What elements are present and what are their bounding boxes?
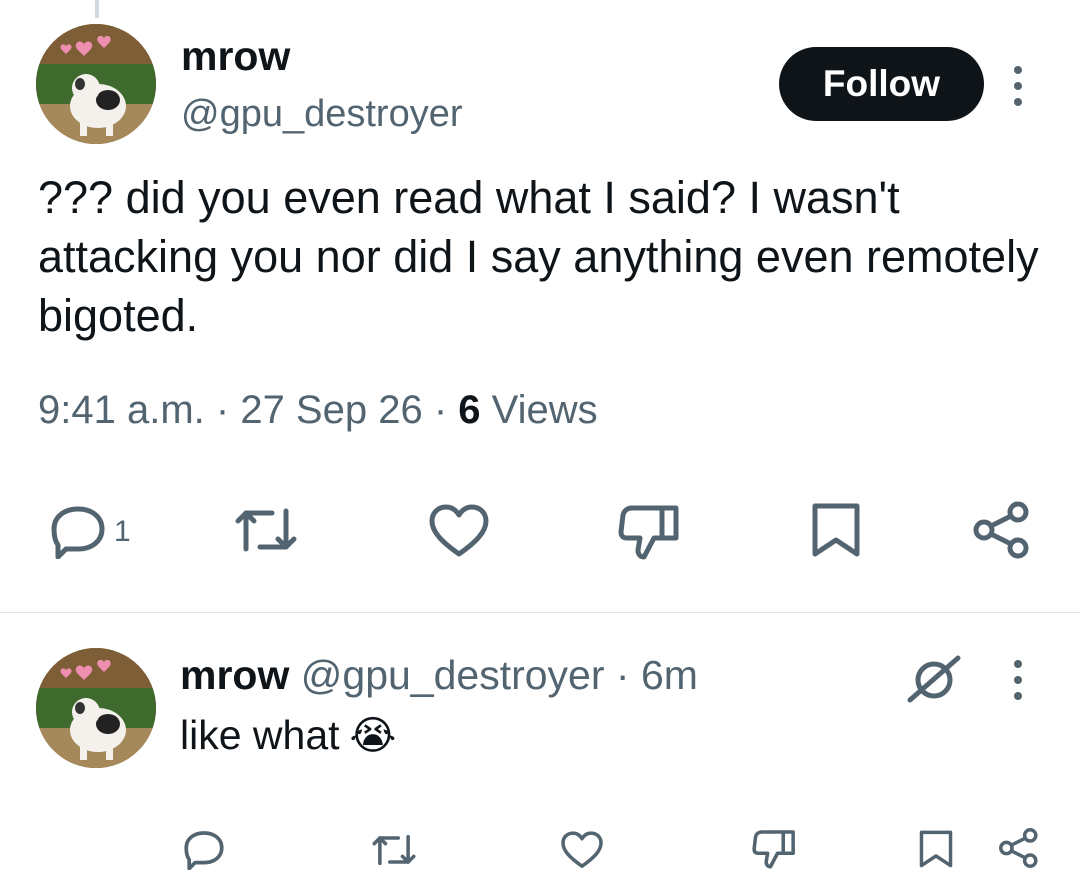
like-button[interactable] bbox=[428, 504, 490, 558]
like-icon bbox=[561, 831, 603, 868]
views-count: 6 bbox=[458, 388, 481, 432]
reply-bookmark-button[interactable] bbox=[918, 829, 954, 869]
follow-button[interactable]: Follow bbox=[779, 47, 984, 121]
author-name[interactable]: mrow bbox=[181, 33, 290, 80]
bookmark-button[interactable] bbox=[810, 502, 862, 558]
reply-icon bbox=[51, 506, 105, 559]
tweet-time[interactable]: 9:41 a.m. bbox=[38, 388, 205, 432]
translate-off-icon bbox=[907, 655, 961, 703]
tweet-date[interactable]: 27 Sep 26 bbox=[240, 388, 422, 432]
reply-header: mrow @gpu_destroyer · 6m bbox=[180, 652, 698, 699]
reply-author-name[interactable]: mrow bbox=[180, 652, 289, 698]
more-icon[interactable] bbox=[1014, 66, 1022, 106]
separator-dot: · bbox=[433, 388, 459, 432]
bookmark-icon bbox=[919, 830, 953, 868]
reply-reply-button[interactable] bbox=[183, 830, 225, 870]
retweet-button[interactable] bbox=[232, 505, 300, 555]
reply-more-icon[interactable] bbox=[1014, 660, 1022, 700]
author-handle[interactable]: @gpu_destroyer bbox=[181, 93, 463, 136]
reply-icon bbox=[184, 831, 224, 870]
retweet-icon bbox=[372, 834, 416, 866]
reply-like-button[interactable] bbox=[560, 831, 604, 869]
share-icon bbox=[973, 501, 1029, 559]
crying-emoji: 😭 bbox=[349, 713, 397, 758]
views-label: Views bbox=[491, 388, 598, 432]
reply-dislike-button[interactable] bbox=[752, 829, 796, 869]
separator-dot: · bbox=[615, 652, 630, 698]
author-avatar[interactable] bbox=[36, 24, 156, 144]
separator-dot: · bbox=[215, 388, 241, 432]
bookmark-icon bbox=[812, 503, 860, 557]
tweet-meta: 9:41 a.m. · 27 Sep 26 · 6 Views bbox=[38, 388, 598, 433]
reply-retweet-button[interactable] bbox=[370, 832, 418, 868]
share-button[interactable] bbox=[972, 500, 1032, 560]
thread-line bbox=[95, 0, 99, 18]
translate-off-button[interactable] bbox=[906, 654, 962, 704]
divider bbox=[0, 612, 1080, 613]
retweet-icon bbox=[235, 508, 297, 552]
reply-button[interactable]: 1 bbox=[50, 505, 131, 559]
reply-text-line: like what 😭 bbox=[180, 712, 396, 759]
tweet-text: ??? did you even read what I said? I was… bbox=[38, 172, 1039, 341]
reply-text: like what bbox=[180, 712, 340, 758]
dislike-button[interactable] bbox=[618, 504, 680, 560]
dislike-icon bbox=[752, 830, 795, 869]
like-icon bbox=[429, 504, 489, 557]
reply-count: 1 bbox=[114, 515, 131, 548]
reply-author-avatar[interactable] bbox=[36, 648, 156, 768]
dislike-icon bbox=[618, 505, 679, 560]
reply-author-handle[interactable]: @gpu_destroyer bbox=[301, 652, 605, 698]
reply-age[interactable]: 6m bbox=[641, 652, 698, 698]
share-icon bbox=[999, 828, 1038, 868]
reply-share-button[interactable] bbox=[998, 827, 1040, 869]
